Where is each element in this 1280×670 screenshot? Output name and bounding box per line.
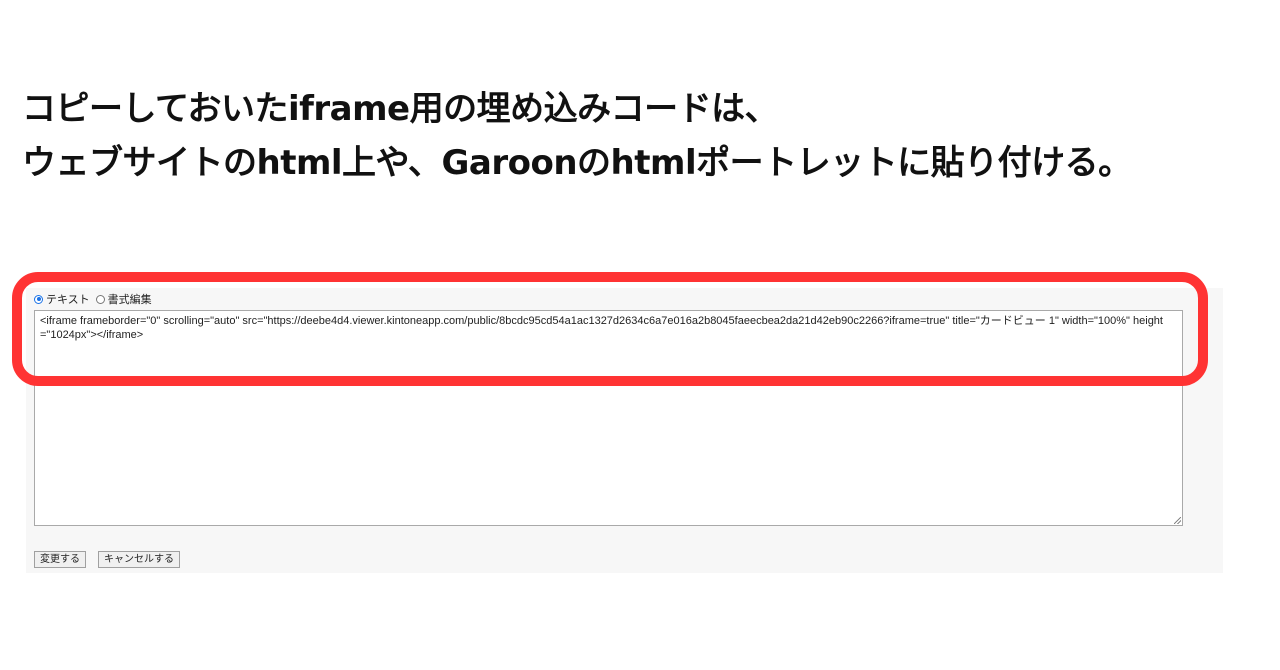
caption-heading: コピーしておいたiframe用の埋め込みコードは、 ウェブサイトのhtml上や、… bbox=[22, 82, 1132, 190]
cancel-button[interactable]: キャンセルする bbox=[98, 551, 180, 568]
form-actions: 変更する キャンセルする bbox=[34, 551, 192, 568]
caption-line-1: コピーしておいたiframe用の埋め込みコードは、 bbox=[22, 89, 779, 129]
resize-grip-icon[interactable] bbox=[1174, 517, 1181, 524]
html-edit-panel: テキスト 書式編集 <iframe frameborder="0" scroll… bbox=[26, 288, 1223, 573]
caption-line-2: ウェブサイトのhtml上や、Garoonのhtmlポートレットに貼り付ける。 bbox=[22, 143, 1132, 183]
embed-code-text: <iframe frameborder="0" scrolling="auto"… bbox=[40, 315, 1163, 341]
submit-button[interactable]: 変更する bbox=[34, 551, 86, 568]
mode-rich-format-radio[interactable]: 書式編集 bbox=[95, 291, 152, 307]
editor-mode-selector: テキスト 書式編集 bbox=[34, 291, 158, 307]
mode-text-label: テキスト bbox=[46, 294, 90, 306]
mode-text-radio[interactable]: テキスト bbox=[34, 291, 90, 307]
embed-code-textarea[interactable]: <iframe frameborder="0" scrolling="auto"… bbox=[34, 310, 1183, 526]
mode-rich-format-label: 書式編集 bbox=[107, 294, 152, 306]
radio-unchecked-icon[interactable] bbox=[95, 294, 105, 304]
radio-checked-icon[interactable] bbox=[34, 294, 43, 304]
